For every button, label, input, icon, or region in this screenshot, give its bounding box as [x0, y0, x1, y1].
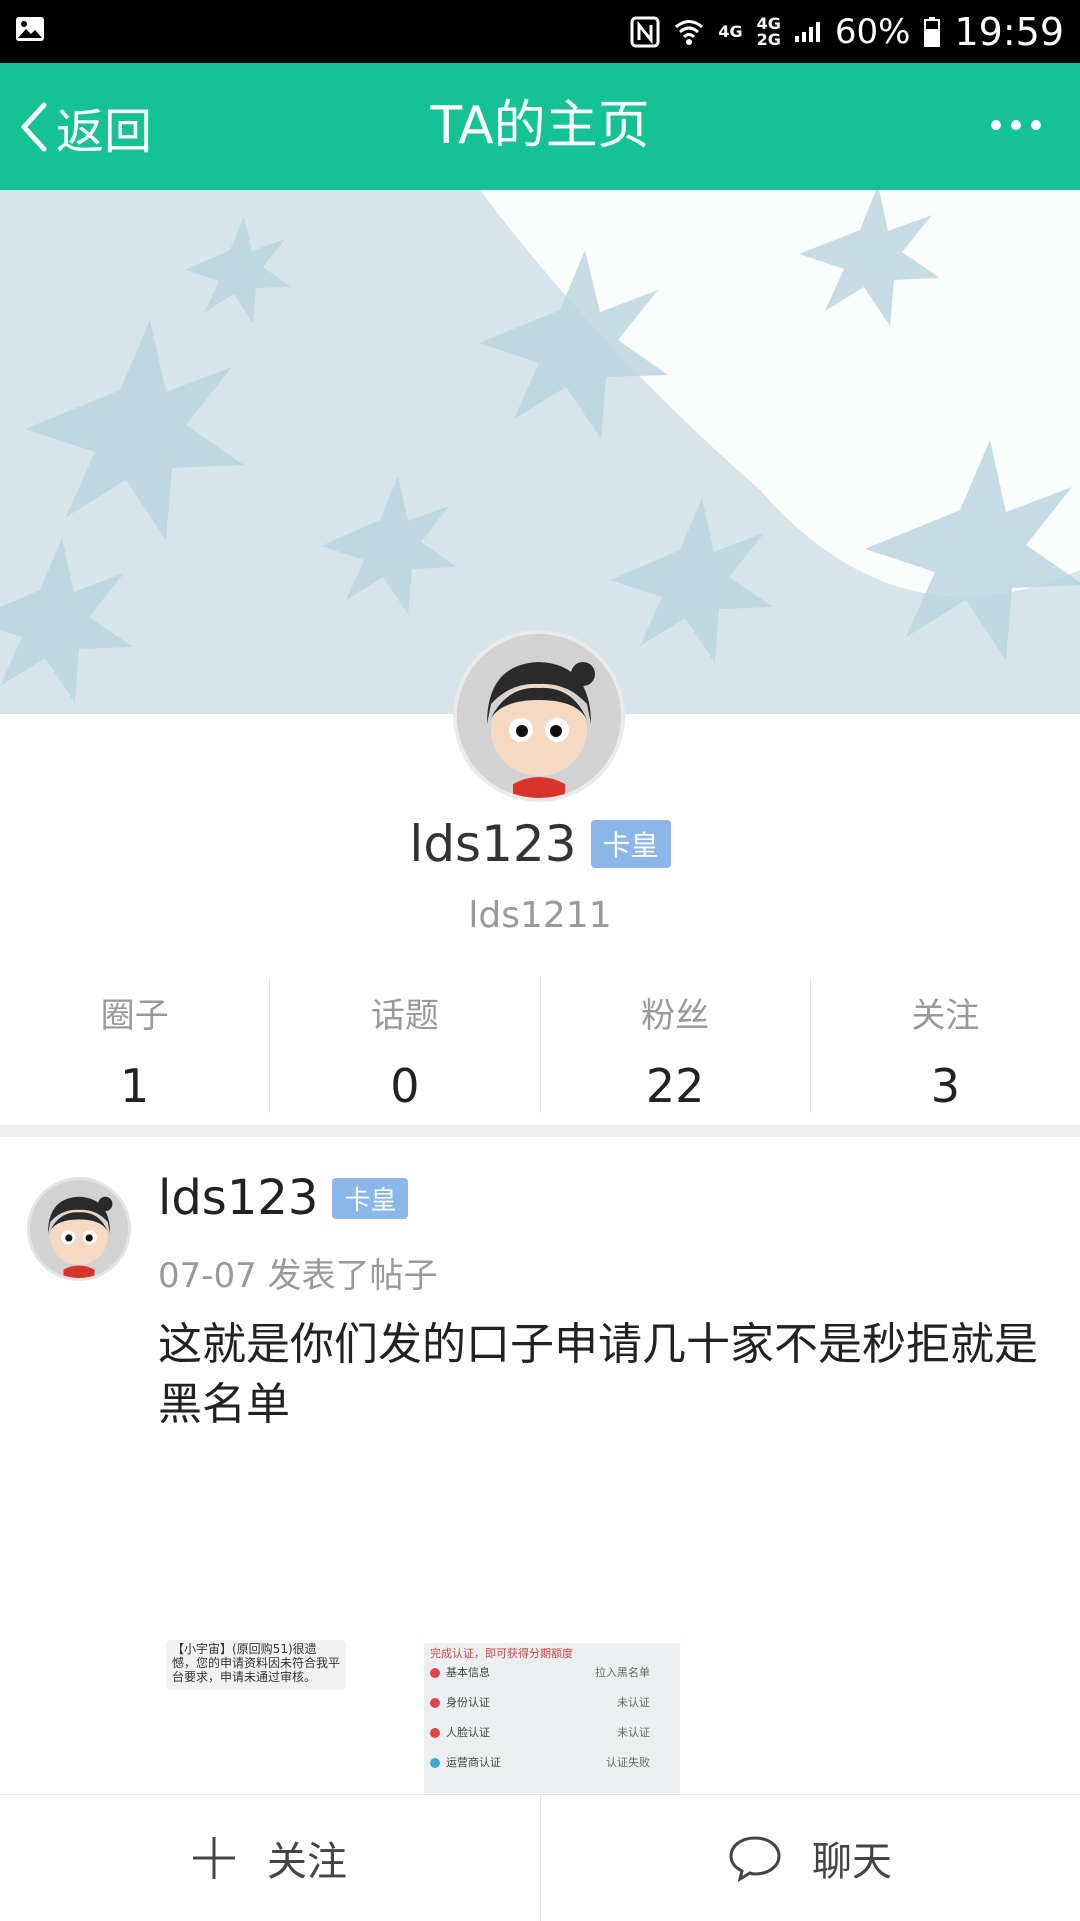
- list-item: 运营商认证 认证失败: [424, 1747, 680, 1777]
- more-icon[interactable]: [988, 113, 1044, 137]
- app-header: 返回 TA的主页: [0, 63, 1080, 190]
- status-dot-icon: [430, 1728, 440, 1738]
- stat-value: 22: [645, 1059, 705, 1113]
- post-image-text: 完成认证，即可获得分期额度: [430, 1647, 573, 1660]
- profile-user-id: lds1211: [468, 895, 612, 936]
- item-label: 人脸认证: [446, 1726, 490, 1739]
- post-author-name[interactable]: lds123: [158, 1170, 318, 1226]
- profile-stats: 圈子 1 话题 0 粉丝 22 关注 3: [0, 978, 1080, 1113]
- stat-fans[interactable]: 粉丝 22: [541, 978, 811, 1113]
- item-label: 运营商认证: [446, 1756, 501, 1769]
- bottom-action-bar: 关注 聊天: [0, 1794, 1080, 1921]
- item-label: 身份认证: [446, 1696, 490, 1709]
- post-author-avatar[interactable]: [27, 1177, 131, 1281]
- list-item: 身份认证 未认证: [424, 1687, 680, 1717]
- stat-topics[interactable]: 话题 0: [270, 978, 541, 1113]
- stat-circles[interactable]: 圈子 1: [0, 978, 271, 1113]
- status-dot-icon: [430, 1698, 440, 1708]
- gallery-icon: [16, 17, 44, 41]
- battery-percent: 60%: [834, 11, 911, 52]
- post-image-text: 【小宇宙】(原回购51)很遗憾，您的申请资料因未符合我平台要求，申请未通过审核。: [172, 1642, 341, 1684]
- network-type-stack: 4G 2G: [756, 15, 781, 49]
- follow-label: 关注: [267, 1839, 347, 1885]
- level-badge: 卡皇: [590, 820, 671, 868]
- avatar-illustration: [457, 634, 621, 798]
- avatar-illustration: [30, 1180, 128, 1278]
- status-bar: 4G 4G 2G 60% 19:59: [0, 0, 1080, 63]
- network-type-label: 4G: [718, 21, 743, 41]
- item-status: 未认证: [617, 1696, 650, 1709]
- post-image-thumbnail[interactable]: 完成认证，即可获得分期额度 基本信息 拉入黑名单 身份认证 未认证 人脸认证 未…: [424, 1643, 680, 1793]
- signal-icon: [794, 21, 820, 42]
- battery-icon: [924, 16, 941, 47]
- nfc-icon: [630, 16, 660, 47]
- chat-button[interactable]: 聊天: [540, 1795, 1079, 1921]
- section-divider: [0, 1125, 1080, 1137]
- item-status: 拉入黑名单: [595, 1666, 650, 1679]
- level-badge: 卡皇: [332, 1177, 409, 1219]
- chat-bubble-icon: [729, 1836, 781, 1882]
- post-content[interactable]: 这就是你们发的口子申请几十家不是秒拒就是黑名单: [158, 1315, 1038, 1435]
- network-type-label: 2G: [756, 29, 781, 49]
- avatar[interactable]: [453, 630, 625, 802]
- status-dot-icon: [430, 1668, 440, 1678]
- post-image-thumbnail[interactable]: 【小宇宙】(原回购51)很遗憾，您的申请资料因未符合我平台要求，申请未通过审核。: [166, 1640, 346, 1690]
- stat-following[interactable]: 关注 3: [811, 978, 1080, 1113]
- stat-value: 0: [390, 1059, 420, 1113]
- wifi-icon: [675, 19, 704, 45]
- post-author-row: lds123 卡皇: [158, 1168, 409, 1228]
- chat-label: 聊天: [812, 1839, 892, 1885]
- status-dot-icon: [430, 1758, 440, 1768]
- stat-label: 粉丝: [641, 996, 710, 1036]
- clock: 19:59: [954, 9, 1064, 54]
- stat-value: 1: [119, 1059, 150, 1113]
- follow-button[interactable]: 关注: [0, 1795, 538, 1921]
- list-item: 基本信息 拉入黑名单: [424, 1657, 680, 1687]
- list-item: 人脸认证 未认证: [424, 1717, 680, 1747]
- item-status: 认证失败: [606, 1756, 650, 1769]
- stat-label: 话题: [370, 996, 439, 1036]
- profile-name-row: lds123 卡皇: [0, 812, 1080, 876]
- stat-value: 3: [930, 1059, 961, 1113]
- profile-name: lds123: [409, 815, 577, 873]
- stat-label: 关注: [911, 996, 980, 1036]
- item-status: 未认证: [617, 1726, 650, 1739]
- page-title: TA的主页: [430, 96, 650, 156]
- plus-icon: [193, 1837, 235, 1879]
- item-label: 基本信息: [446, 1666, 490, 1679]
- stat-label: 圈子: [100, 996, 169, 1036]
- post-meta: 07-07 发表了帖子: [158, 1256, 438, 1296]
